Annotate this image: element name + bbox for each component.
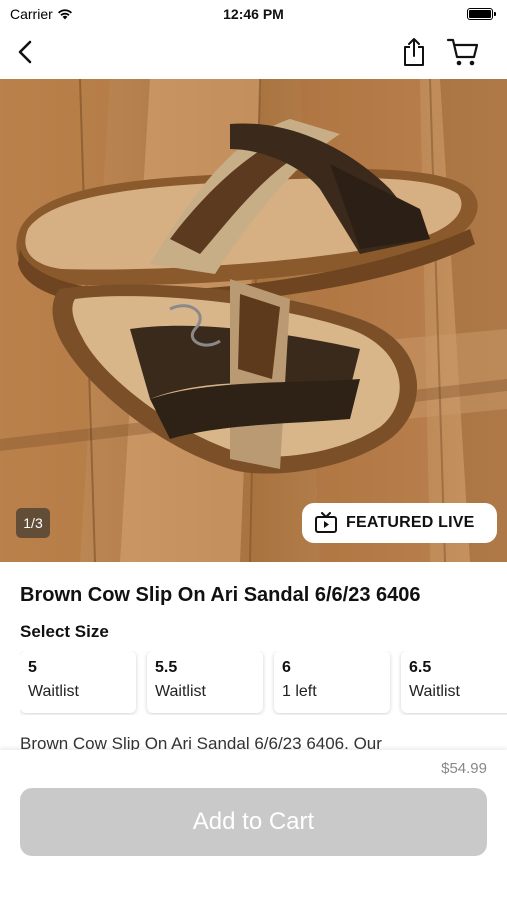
size-option[interactable]: 6 1 left — [274, 651, 390, 713]
share-button[interactable] — [398, 34, 430, 70]
share-icon — [404, 38, 424, 66]
chevron-left-icon — [18, 40, 32, 64]
add-to-cart-button[interactable]: Add to Cart — [20, 788, 487, 856]
image-counter: 1/3 — [16, 508, 50, 538]
product-photo — [0, 79, 507, 562]
product-image-carousel[interactable]: 1/3 FEATURED LIVE — [0, 79, 507, 562]
size-availability: 1 left — [282, 683, 317, 700]
status-time: 12:46 PM — [223, 6, 284, 22]
product-price: $54.99 — [441, 760, 487, 777]
size-value: 6.5 — [409, 659, 432, 676]
size-availability: Waitlist — [409, 683, 460, 700]
cart-button[interactable] — [444, 34, 482, 70]
product-description: Brown Cow Slip On Ari Sandal 6/6/23 6406… — [20, 734, 382, 750]
size-option[interactable]: 6.5 Waitlist — [401, 651, 507, 713]
size-value: 5.5 — [155, 659, 178, 676]
battery-icon — [467, 8, 496, 20]
size-option[interactable]: 5 Waitlist — [20, 651, 136, 713]
product-info-panel: Brown Cow Slip On Ari Sandal 6/6/23 6406… — [0, 562, 507, 750]
size-value: 5 — [28, 659, 37, 676]
size-value: 6 — [282, 659, 291, 676]
size-heading: Select Size — [20, 622, 109, 641]
featured-live-button[interactable]: FEATURED LIVE — [302, 503, 497, 543]
featured-live-label: FEATURED LIVE — [346, 514, 475, 531]
checkout-bar: $54.99 Add to Cart — [0, 750, 507, 900]
size-option[interactable]: 5.5 Waitlist — [147, 651, 263, 713]
live-tv-icon — [315, 512, 337, 533]
back-button[interactable] — [10, 36, 40, 68]
size-selector: 5 Waitlist 5.5 Waitlist 6 1 left 6.5 Wai… — [20, 651, 507, 715]
size-availability: Waitlist — [28, 683, 79, 700]
product-title: Brown Cow Slip On Ari Sandal 6/6/23 6406 — [20, 584, 421, 606]
nav-bar — [0, 30, 507, 76]
size-availability: Waitlist — [155, 683, 206, 700]
status-bar: Carrier 12:46 PM — [0, 0, 507, 28]
cart-icon — [446, 38, 479, 66]
